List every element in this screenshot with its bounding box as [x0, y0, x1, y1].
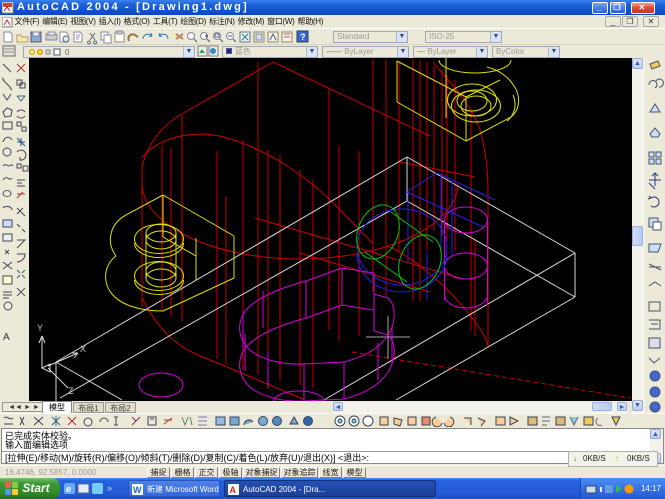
svg-text:Z: Z: [68, 386, 74, 396]
svg-text:Y: Y: [37, 323, 43, 333]
svg-text:A: A: [3, 332, 10, 343]
svg-text:W: W: [133, 485, 142, 495]
svg-text:e: e: [66, 484, 71, 494]
svg-text:A: A: [230, 485, 237, 495]
svg-text:0: 0: [65, 48, 70, 57]
svg-text:X: X: [80, 344, 86, 354]
svg-text:»: »: [107, 483, 112, 493]
svg-text:?: ?: [300, 32, 306, 42]
